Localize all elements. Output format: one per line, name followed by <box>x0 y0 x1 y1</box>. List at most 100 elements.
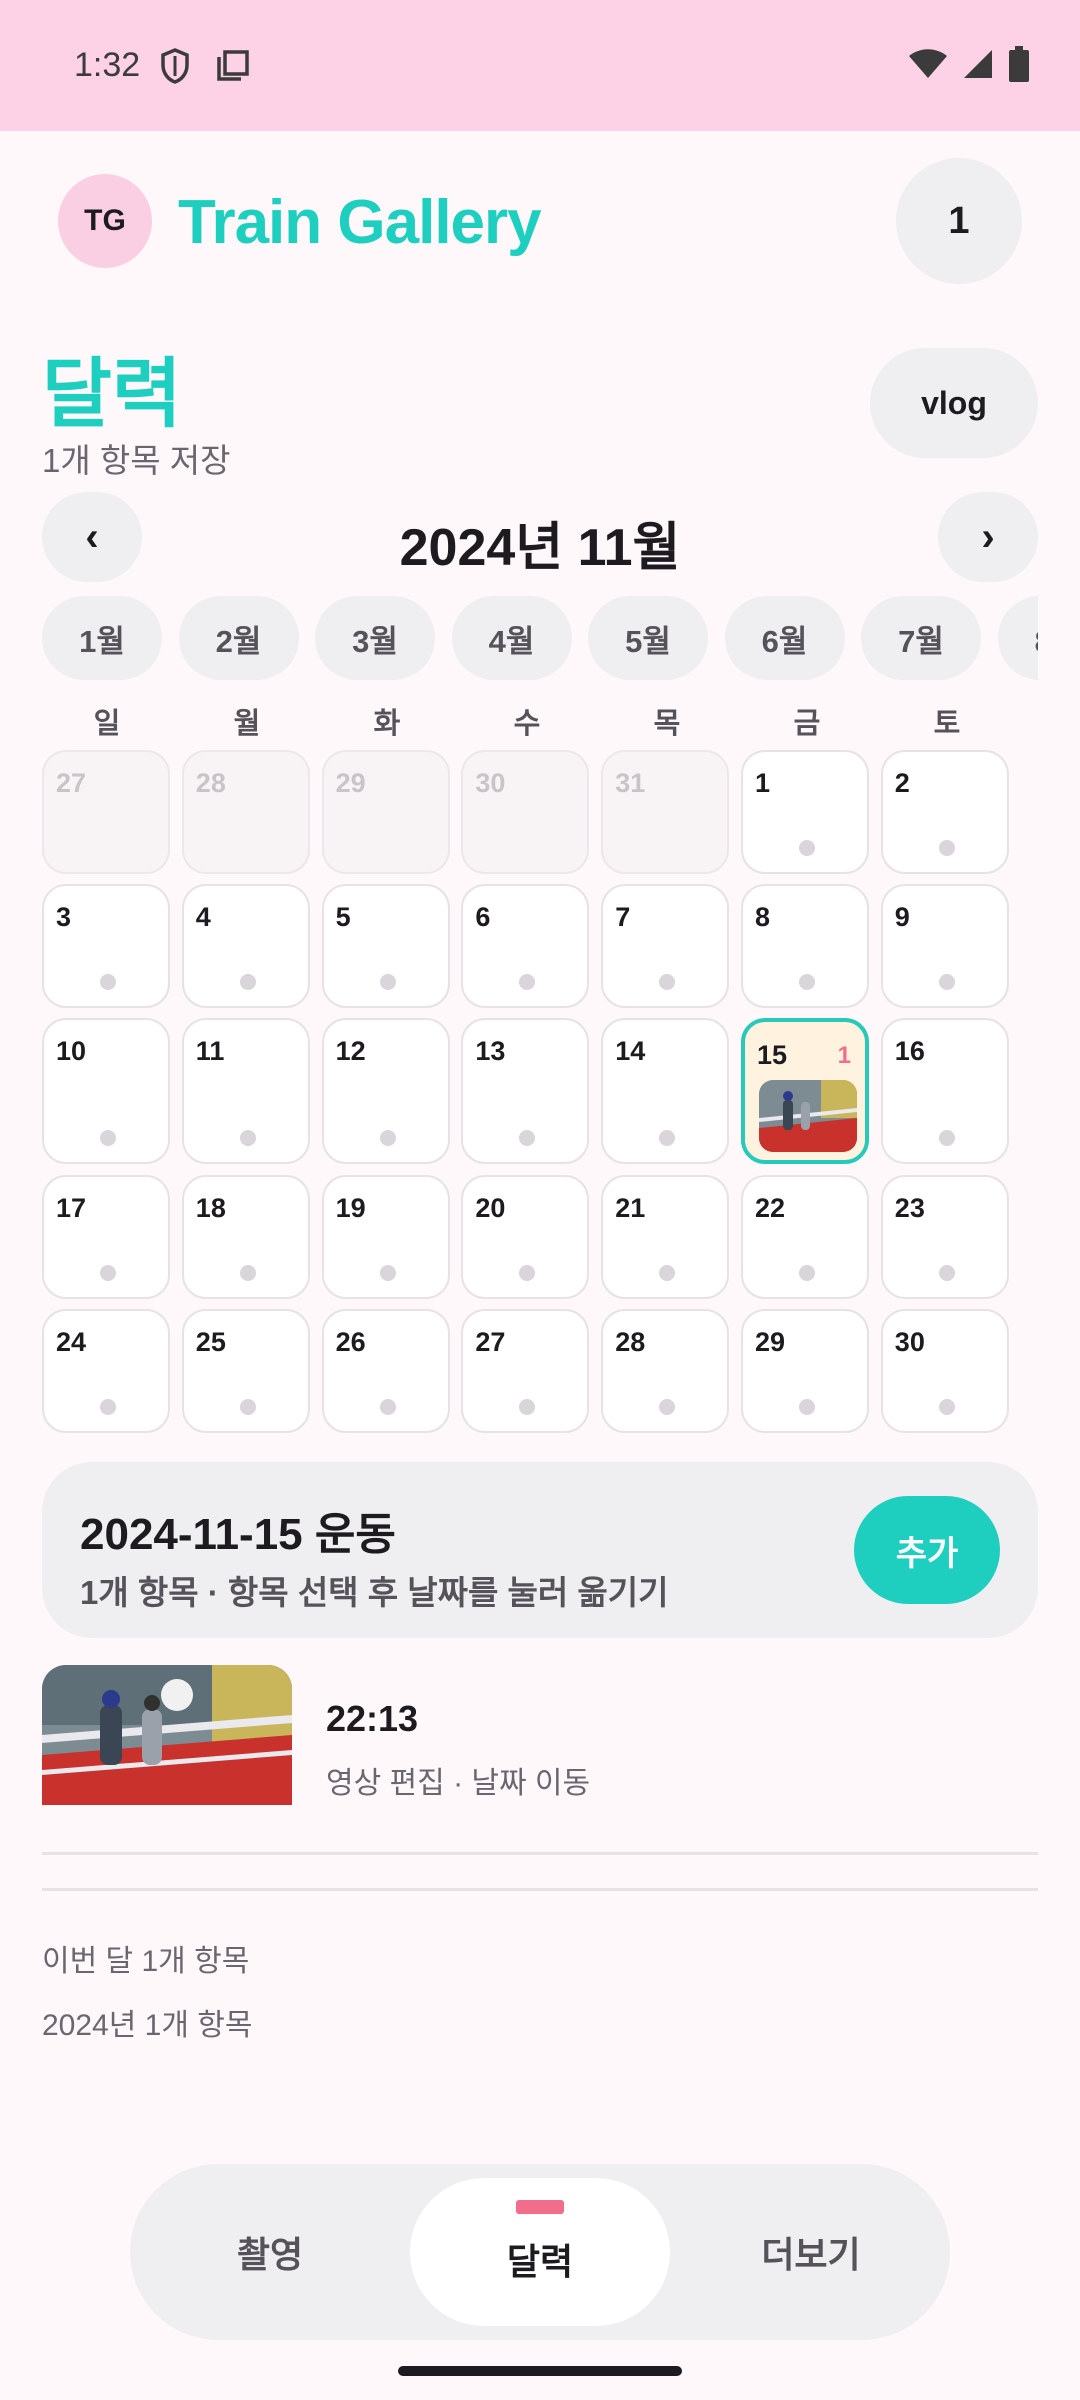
entry-actions-text[interactable]: 영상 편집 · 날짜 이동 <box>326 1758 590 1802</box>
app-bar: TG Train Gallery 1 <box>0 131 1080 311</box>
calendar-day[interactable]: 13 <box>461 1018 590 1164</box>
month-chip[interactable]: 7월 <box>861 596 981 680</box>
prev-month-button[interactable]: ‹ <box>42 492 142 582</box>
month-chip[interactable]: 3월 <box>315 596 435 680</box>
calendar-day[interactable]: 8 <box>741 884 869 1008</box>
avatar[interactable]: TG <box>58 174 152 268</box>
day-dot <box>379 1399 396 1415</box>
day-number: 16 <box>894 1036 925 1066</box>
calendar-day[interactable]: 21 <box>601 1175 730 1299</box>
day-number: 2 <box>894 768 910 798</box>
day-number: 25 <box>195 1327 226 1357</box>
month-chip[interactable]: 8월 <box>997 596 1038 680</box>
weekday-label: 목 <box>653 708 681 740</box>
calendar-day[interactable]: 2 <box>880 750 1009 874</box>
month-chip[interactable]: 2월 <box>178 596 299 680</box>
item-count-button[interactable]: 1 <box>896 158 1022 284</box>
selected-day-subtitle: 1개 항목 · 항목 선택 후 날짜를 눌러 옮기기 <box>80 1574 669 1611</box>
status-bar: 1:32 <box>0 0 1080 131</box>
calendar-day[interactable]: 11 <box>181 1018 310 1164</box>
day-number: 12 <box>335 1036 366 1066</box>
calendar-day[interactable]: 16 <box>880 1018 1009 1164</box>
day-number: 27 <box>475 1327 506 1357</box>
day-dot <box>100 1265 116 1281</box>
day-dot <box>659 1399 676 1415</box>
vlog-button[interactable]: vlog <box>870 348 1038 458</box>
nav-label: 더보기 <box>761 2234 861 2275</box>
day-number: 15 <box>757 1040 788 1070</box>
nav-item-more[interactable]: 더보기 <box>686 2164 936 2340</box>
day-number: 26 <box>335 1327 366 1357</box>
calendar-day[interactable]: 27 <box>461 1309 590 1433</box>
entry-thumbnail[interactable] <box>42 1665 292 1805</box>
calendar-day[interactable]: 30 <box>880 1309 1009 1433</box>
day-number: 20 <box>475 1193 506 1223</box>
home-indicator[interactable] <box>398 2366 682 2376</box>
weekday-label: 토 <box>933 708 961 740</box>
nav-item-calendar[interactable]: 달력 <box>410 2178 670 2326</box>
calendar-day: 29 <box>321 750 450 874</box>
calendar-day[interactable]: 4 <box>181 884 310 1008</box>
day-number: 9 <box>894 902 910 932</box>
month-chip[interactable]: 4월 <box>451 596 572 680</box>
month-chip[interactable]: 1월 <box>42 596 162 680</box>
weekday-label: 수 <box>513 708 541 740</box>
weekday-label: 금 <box>793 708 821 740</box>
calendar-day[interactable]: 22 <box>741 1175 869 1299</box>
calendar-day[interactable]: 1 <box>741 750 869 874</box>
day-dot <box>938 1265 955 1281</box>
day-number: 24 <box>56 1327 87 1357</box>
calendar-day[interactable]: 29 <box>741 1309 869 1433</box>
calendar-day-selected[interactable]: 15 1 <box>741 1018 869 1164</box>
calendar-day[interactable]: 18 <box>181 1175 310 1299</box>
day-dot <box>659 1265 676 1281</box>
app-title: Train Gallery <box>178 188 542 257</box>
day-number: 31 <box>615 768 646 798</box>
day-dot <box>799 1399 815 1415</box>
calendar-day[interactable]: 26 <box>321 1309 450 1433</box>
day-number: 4 <box>195 902 211 932</box>
month-chip[interactable]: 6월 <box>724 596 845 680</box>
day-number: 27 <box>56 768 87 798</box>
calendar-day[interactable]: 9 <box>880 884 1009 1008</box>
day-number: 21 <box>615 1193 646 1223</box>
day-number: 22 <box>755 1193 786 1223</box>
add-button[interactable]: 추가 <box>854 1496 1000 1604</box>
calendar-day[interactable]: 10 <box>42 1018 170 1164</box>
day-dot <box>379 974 396 990</box>
calendar-day[interactable]: 23 <box>880 1175 1009 1299</box>
day-number: 28 <box>615 1327 646 1357</box>
calendar-day[interactable]: 5 <box>321 884 450 1008</box>
day-number: 10 <box>56 1036 87 1066</box>
selected-day-card: 2024-11-15 운동 1개 항목 · 항목 선택 후 날짜를 눌러 옮기기… <box>42 1462 1038 1638</box>
day-number: 23 <box>894 1193 925 1223</box>
calendar-day[interactable]: 12 <box>321 1018 450 1164</box>
day-number: 11 <box>195 1036 225 1066</box>
day-dot <box>938 1130 955 1146</box>
copy-icon <box>216 48 250 87</box>
calendar-day[interactable]: 6 <box>461 884 590 1008</box>
next-month-button[interactable]: › <box>938 492 1038 582</box>
calendar-day: 28 <box>181 750 310 874</box>
calendar-day[interactable]: 19 <box>321 1175 450 1299</box>
calendar-day[interactable]: 7 <box>601 884 730 1008</box>
weekday-label: 월 <box>233 708 261 740</box>
calendar-day[interactable]: 25 <box>181 1309 310 1433</box>
calendar-day[interactable]: 3 <box>42 884 170 1008</box>
calendar-day: 30 <box>461 750 590 874</box>
calendar-day[interactable]: 14 <box>601 1018 730 1164</box>
day-number: 18 <box>195 1193 226 1223</box>
day-number: 30 <box>475 768 506 798</box>
month-chip[interactable]: 5월 <box>588 596 708 680</box>
calendar-day[interactable]: 24 <box>42 1309 170 1433</box>
signal-icon <box>962 48 994 85</box>
day-number: 29 <box>755 1327 786 1357</box>
month-chip-row[interactable]: 1월2월3월4월5월6월7월8월 <box>42 596 1038 680</box>
day-dot <box>379 1130 396 1146</box>
calendar-day[interactable]: 28 <box>601 1309 730 1433</box>
nav-item-capture[interactable]: 촬영 <box>150 2164 390 2340</box>
calendar-day[interactable]: 17 <box>42 1175 170 1299</box>
day-number: 29 <box>335 768 366 798</box>
calendar-day[interactable]: 20 <box>461 1175 590 1299</box>
shield-icon <box>160 48 190 89</box>
